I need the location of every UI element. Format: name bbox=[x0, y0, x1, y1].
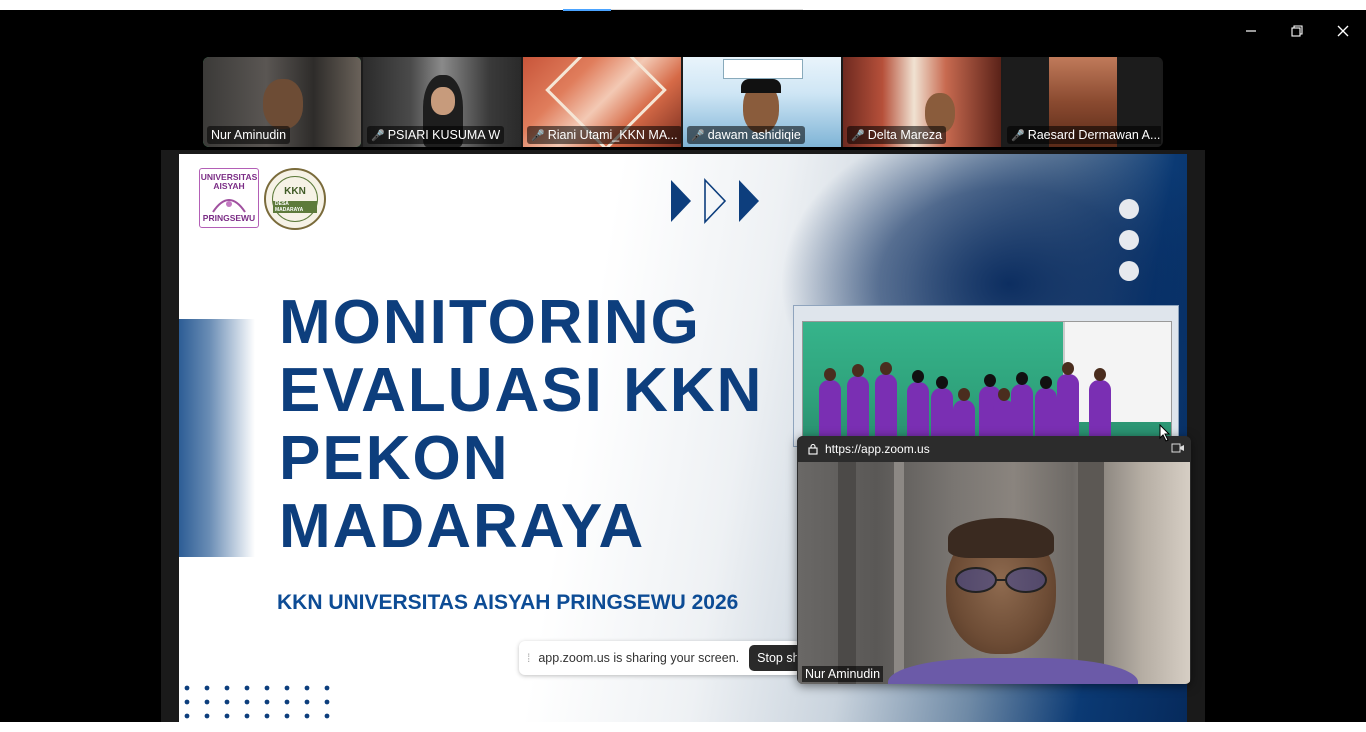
whiteboard bbox=[1063, 322, 1171, 422]
slide-title: MONITORING EVALUASI KKN PEKON MADARAYA bbox=[279, 289, 763, 561]
title-line: MONITORING bbox=[279, 288, 701, 357]
participant-gallery: Nur Aminudin 🎤 PSIARI KUSUMA W 🎤 Riani Uta… bbox=[203, 57, 1163, 147]
logo-text: KKN bbox=[284, 185, 306, 197]
restore-button[interactable] bbox=[1274, 18, 1320, 44]
participant-name: 🎤 PSIARI KUSUMA W bbox=[367, 126, 505, 144]
mouse-cursor-icon bbox=[1159, 424, 1171, 442]
muted-mic-icon: 🎤 bbox=[531, 129, 545, 142]
participant-tile[interactable]: 🎤 dawam ashidiqie bbox=[683, 57, 841, 147]
title-line: EVALUASI KKN bbox=[279, 356, 764, 425]
person-figure bbox=[907, 370, 929, 440]
muted-mic-icon: 🎤 bbox=[1011, 129, 1025, 142]
participant-tile[interactable]: Nur Aminudin bbox=[203, 57, 361, 147]
title-line: MADARAYA bbox=[279, 492, 646, 561]
participant-face bbox=[263, 79, 303, 129]
participant-hair bbox=[948, 518, 1054, 558]
participant-name: Nur Aminudin bbox=[207, 126, 291, 144]
logo-text-line: AISYAH bbox=[213, 181, 245, 191]
participant-name: 🎤 Riani Utami_KKN MA... bbox=[527, 126, 681, 144]
participant-name: 🎤 Raesard Dermawan A... bbox=[1007, 126, 1161, 144]
close-button[interactable] bbox=[1320, 18, 1366, 44]
eyeglasses-icon bbox=[955, 567, 1047, 593]
participant-name: 🎤 Delta Mareza bbox=[847, 126, 947, 144]
drag-handle-icon[interactable]: ⁞ bbox=[527, 651, 530, 665]
muted-mic-icon: 🎤 bbox=[371, 129, 385, 142]
slide-left-accent bbox=[179, 319, 255, 557]
logo-subtext: DESA MADARAYA bbox=[273, 200, 317, 213]
chevron-arrows-icon bbox=[671, 178, 759, 224]
lock-icon bbox=[808, 443, 818, 455]
minimize-button[interactable] bbox=[1228, 18, 1274, 44]
browser-top-strip bbox=[0, 0, 1366, 11]
person-figure bbox=[1035, 376, 1057, 440]
person-figure bbox=[875, 362, 897, 440]
person-figure bbox=[953, 388, 975, 440]
active-tab-indicator bbox=[563, 9, 611, 11]
person-figure bbox=[1089, 368, 1111, 440]
participant-tile[interactable]: 🎤 PSIARI KUSUMA W bbox=[363, 57, 521, 147]
share-message: app.zoom.us is sharing your screen. bbox=[538, 651, 740, 665]
participant-tile[interactable]: 🎤 Delta Mareza bbox=[843, 57, 1001, 147]
group-photo-frame bbox=[793, 305, 1179, 447]
title-line: PEKON bbox=[279, 424, 510, 493]
pip-title-bar[interactable]: https://app.zoom.us bbox=[797, 436, 1191, 462]
vertical-dots-decoration bbox=[1119, 199, 1139, 292]
close-icon bbox=[1337, 25, 1349, 37]
bottom-edge bbox=[0, 722, 1366, 732]
pip-participant-name: Nur Aminudin bbox=[802, 666, 884, 682]
participant-cap bbox=[741, 79, 781, 93]
participant-name: 🎤 dawam ashidiqie bbox=[687, 126, 805, 144]
person-figure bbox=[847, 364, 869, 440]
slide-subtitle: KKN UNIVERSITAS AISYAH PRINGSEWU 2026 bbox=[277, 591, 739, 614]
universitas-aisyah-logo: UNIVERSITAS AISYAH PRINGSEWU bbox=[199, 168, 259, 228]
pip-url: https://app.zoom.us bbox=[825, 442, 930, 456]
picture-in-picture-window[interactable]: https://app.zoom.us Nur Aminudin bbox=[797, 436, 1191, 684]
muted-mic-icon: 🎤 bbox=[851, 129, 865, 142]
minimize-icon bbox=[1246, 30, 1256, 32]
logo-emblem-icon bbox=[212, 199, 246, 213]
group-photo bbox=[802, 321, 1172, 441]
person-figure bbox=[1011, 372, 1033, 440]
person-figure bbox=[819, 368, 841, 440]
back-to-tab-icon[interactable] bbox=[1171, 442, 1185, 454]
participant-tile[interactable]: 🎤 Riani Utami_KKN MA... bbox=[523, 57, 681, 147]
dot-grid-decoration bbox=[184, 685, 330, 719]
screen-share-bar: ⁞ app.zoom.us is sharing your screen. St… bbox=[519, 641, 836, 675]
muted-mic-icon: 🎤 bbox=[691, 129, 705, 142]
pip-video-feed: Nur Aminudin bbox=[798, 462, 1190, 684]
kkn-madaraya-logo: KKN DESA MADARAYA bbox=[264, 168, 326, 230]
zoom-banner bbox=[723, 59, 803, 79]
participant-face bbox=[431, 87, 455, 115]
tab-underline bbox=[611, 9, 803, 10]
person-figure bbox=[1057, 362, 1079, 440]
restore-icon bbox=[1291, 25, 1303, 37]
logo-text-line: PRINGSEWU bbox=[202, 213, 256, 223]
participant-tile[interactable]: 🎤 Raesard Dermawan A... bbox=[1003, 57, 1161, 147]
person-figure bbox=[931, 376, 953, 440]
